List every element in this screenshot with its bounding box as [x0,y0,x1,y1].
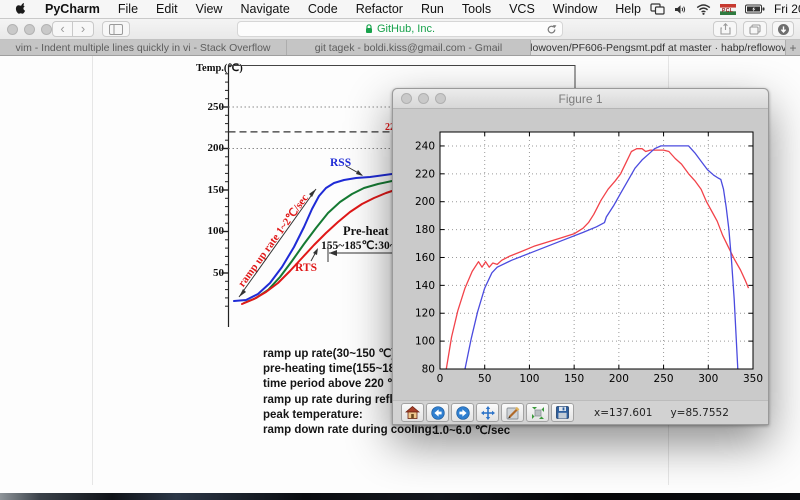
sidebar-button[interactable] [102,21,130,37]
menu-item-navigate[interactable]: Navigate [231,0,298,19]
svg-text:0: 0 [437,373,444,385]
svg-text:180: 180 [415,224,435,236]
display-mirroring-icon[interactable] [650,3,665,15]
menu-app-name[interactable]: PyCharm [36,0,109,19]
browser-tab-3[interactable]: reflowoven/PF606-Pengsmt.pdf at master ·… [531,40,786,55]
doc-chart-preheat-range-label: 155~185℃:30~ [321,240,396,252]
new-tab-button[interactable]: + [786,40,800,55]
doc-chart-rss-label: RSS [330,157,352,169]
figure-plot-area[interactable]: 0 50 100 150 200 250 300 350 80 100 120 140 160 180 20… [393,109,768,400]
home-button[interactable] [401,403,424,422]
doc-ytick-250: 250 [207,100,225,113]
figure-toolbar: x=137.601 y=85.7552 [393,400,768,424]
menu-item-window[interactable]: Window [544,0,606,19]
menu-bar: PyCharm File Edit View Navigate Code Refactor… [0,0,800,19]
doc-chart-rts-label: RTS [295,262,317,274]
doc-ytick-150: 150 [207,183,225,196]
svg-text:240: 240 [415,140,435,152]
cursor-x-readout: x=137.601 [594,406,653,419]
menu-item-run[interactable]: Run [412,0,453,19]
menu-item-vcs[interactable]: VCS [500,0,544,19]
zoom-button[interactable] [501,403,524,422]
back-button[interactable]: ‹ [52,21,73,37]
browser-tab-1[interactable]: vim - Indent multiple lines quickly in v… [0,40,287,55]
menu-item-code[interactable]: Code [299,0,347,19]
figure-zoom-button[interactable] [435,93,446,104]
subplots-button[interactable] [526,403,549,422]
svg-text:220: 220 [415,168,435,180]
svg-text:200: 200 [609,373,629,385]
figure-title: Figure 1 [558,91,603,106]
volume-icon[interactable] [674,4,687,15]
battery-icon[interactable] [744,4,765,14]
browser-tab-2[interactable]: git tagek - boldi.kiss@gmail.com - Gmail [287,40,531,55]
doc-ytick-50: 50 [213,266,224,279]
figure-close-button[interactable] [401,93,412,104]
svg-text:250: 250 [654,373,674,385]
downloads-button[interactable] [772,21,794,37]
back-button[interactable] [426,403,449,422]
svg-text:50: 50 [478,373,491,385]
browser-toolbar: ‹ › GitHub, Inc. [0,19,800,40]
menu-item-refactor[interactable]: Refactor [347,0,412,19]
input-source-label: PCL [721,8,734,14]
spec-line-6: ramp down rate during cooling: [263,424,436,437]
figure-titlebar[interactable]: Figure 1 [393,89,768,109]
menu-item-view[interactable]: View [187,0,232,19]
menu-item-file[interactable]: File [109,0,147,19]
doc-chart-y-axis-title: Temp.(℃) [196,63,243,74]
page-left-edge [92,56,93,485]
svg-text:200: 200 [415,196,435,208]
svg-text:350: 350 [743,373,763,385]
apple-menu-icon[interactable] [0,2,36,16]
show-all-tabs-button[interactable] [743,21,767,37]
svg-text:100: 100 [415,336,435,348]
figure-window: Figure 1 0 50 100 150 200 250 300 350 80 100 120 14… [392,88,769,425]
desktop: PyCharm File Edit View Navigate Code Refactor… [0,0,800,500]
doc-chart-preheat-label: Pre-heat [343,224,389,238]
svg-text:300: 300 [698,373,718,385]
spec-cooling-rate-value: 1.0~6.0 ℃/sec [433,425,511,437]
menu-item-help[interactable]: Help [606,0,650,19]
forward-button[interactable]: › [73,21,94,37]
doc-ytick-100: 100 [207,225,225,237]
doc-ytick-200: 200 [207,142,225,154]
close-window-button[interactable] [7,24,18,35]
minimize-window-button[interactable] [24,24,35,35]
desktop-wallpaper [0,492,800,500]
menu-clock[interactable]: Fri 20:29 [774,2,800,16]
address-bar[interactable]: GitHub, Inc. [237,21,563,37]
save-button[interactable] [551,403,574,422]
svg-text:80: 80 [422,364,435,376]
svg-text:120: 120 [415,308,435,320]
wifi-icon[interactable] [696,3,711,15]
menu-item-edit[interactable]: Edit [147,0,187,19]
svg-text:100: 100 [519,373,539,385]
address-text: GitHub, Inc. [376,23,436,35]
figure-minimize-button[interactable] [418,93,429,104]
cursor-y-readout: y=85.7552 [670,406,729,419]
doc-chart-ramp-rate-label: ramp up rate 1~2℃/sec [235,192,311,290]
share-button[interactable] [713,21,737,37]
forward-button[interactable] [451,403,474,422]
svg-text:140: 140 [415,280,435,292]
input-source-flag-icon[interactable]: PCL [719,3,736,15]
menu-item-tools[interactable]: Tools [453,0,500,19]
svg-text:160: 160 [415,252,435,264]
pan-button[interactable] [476,403,499,422]
zoom-window-button[interactable] [41,24,52,35]
reload-icon[interactable] [546,24,557,38]
tab-bar: vim - Indent multiple lines quickly in v… [0,40,800,56]
svg-text:150: 150 [564,373,584,385]
https-lock-icon [365,24,372,33]
